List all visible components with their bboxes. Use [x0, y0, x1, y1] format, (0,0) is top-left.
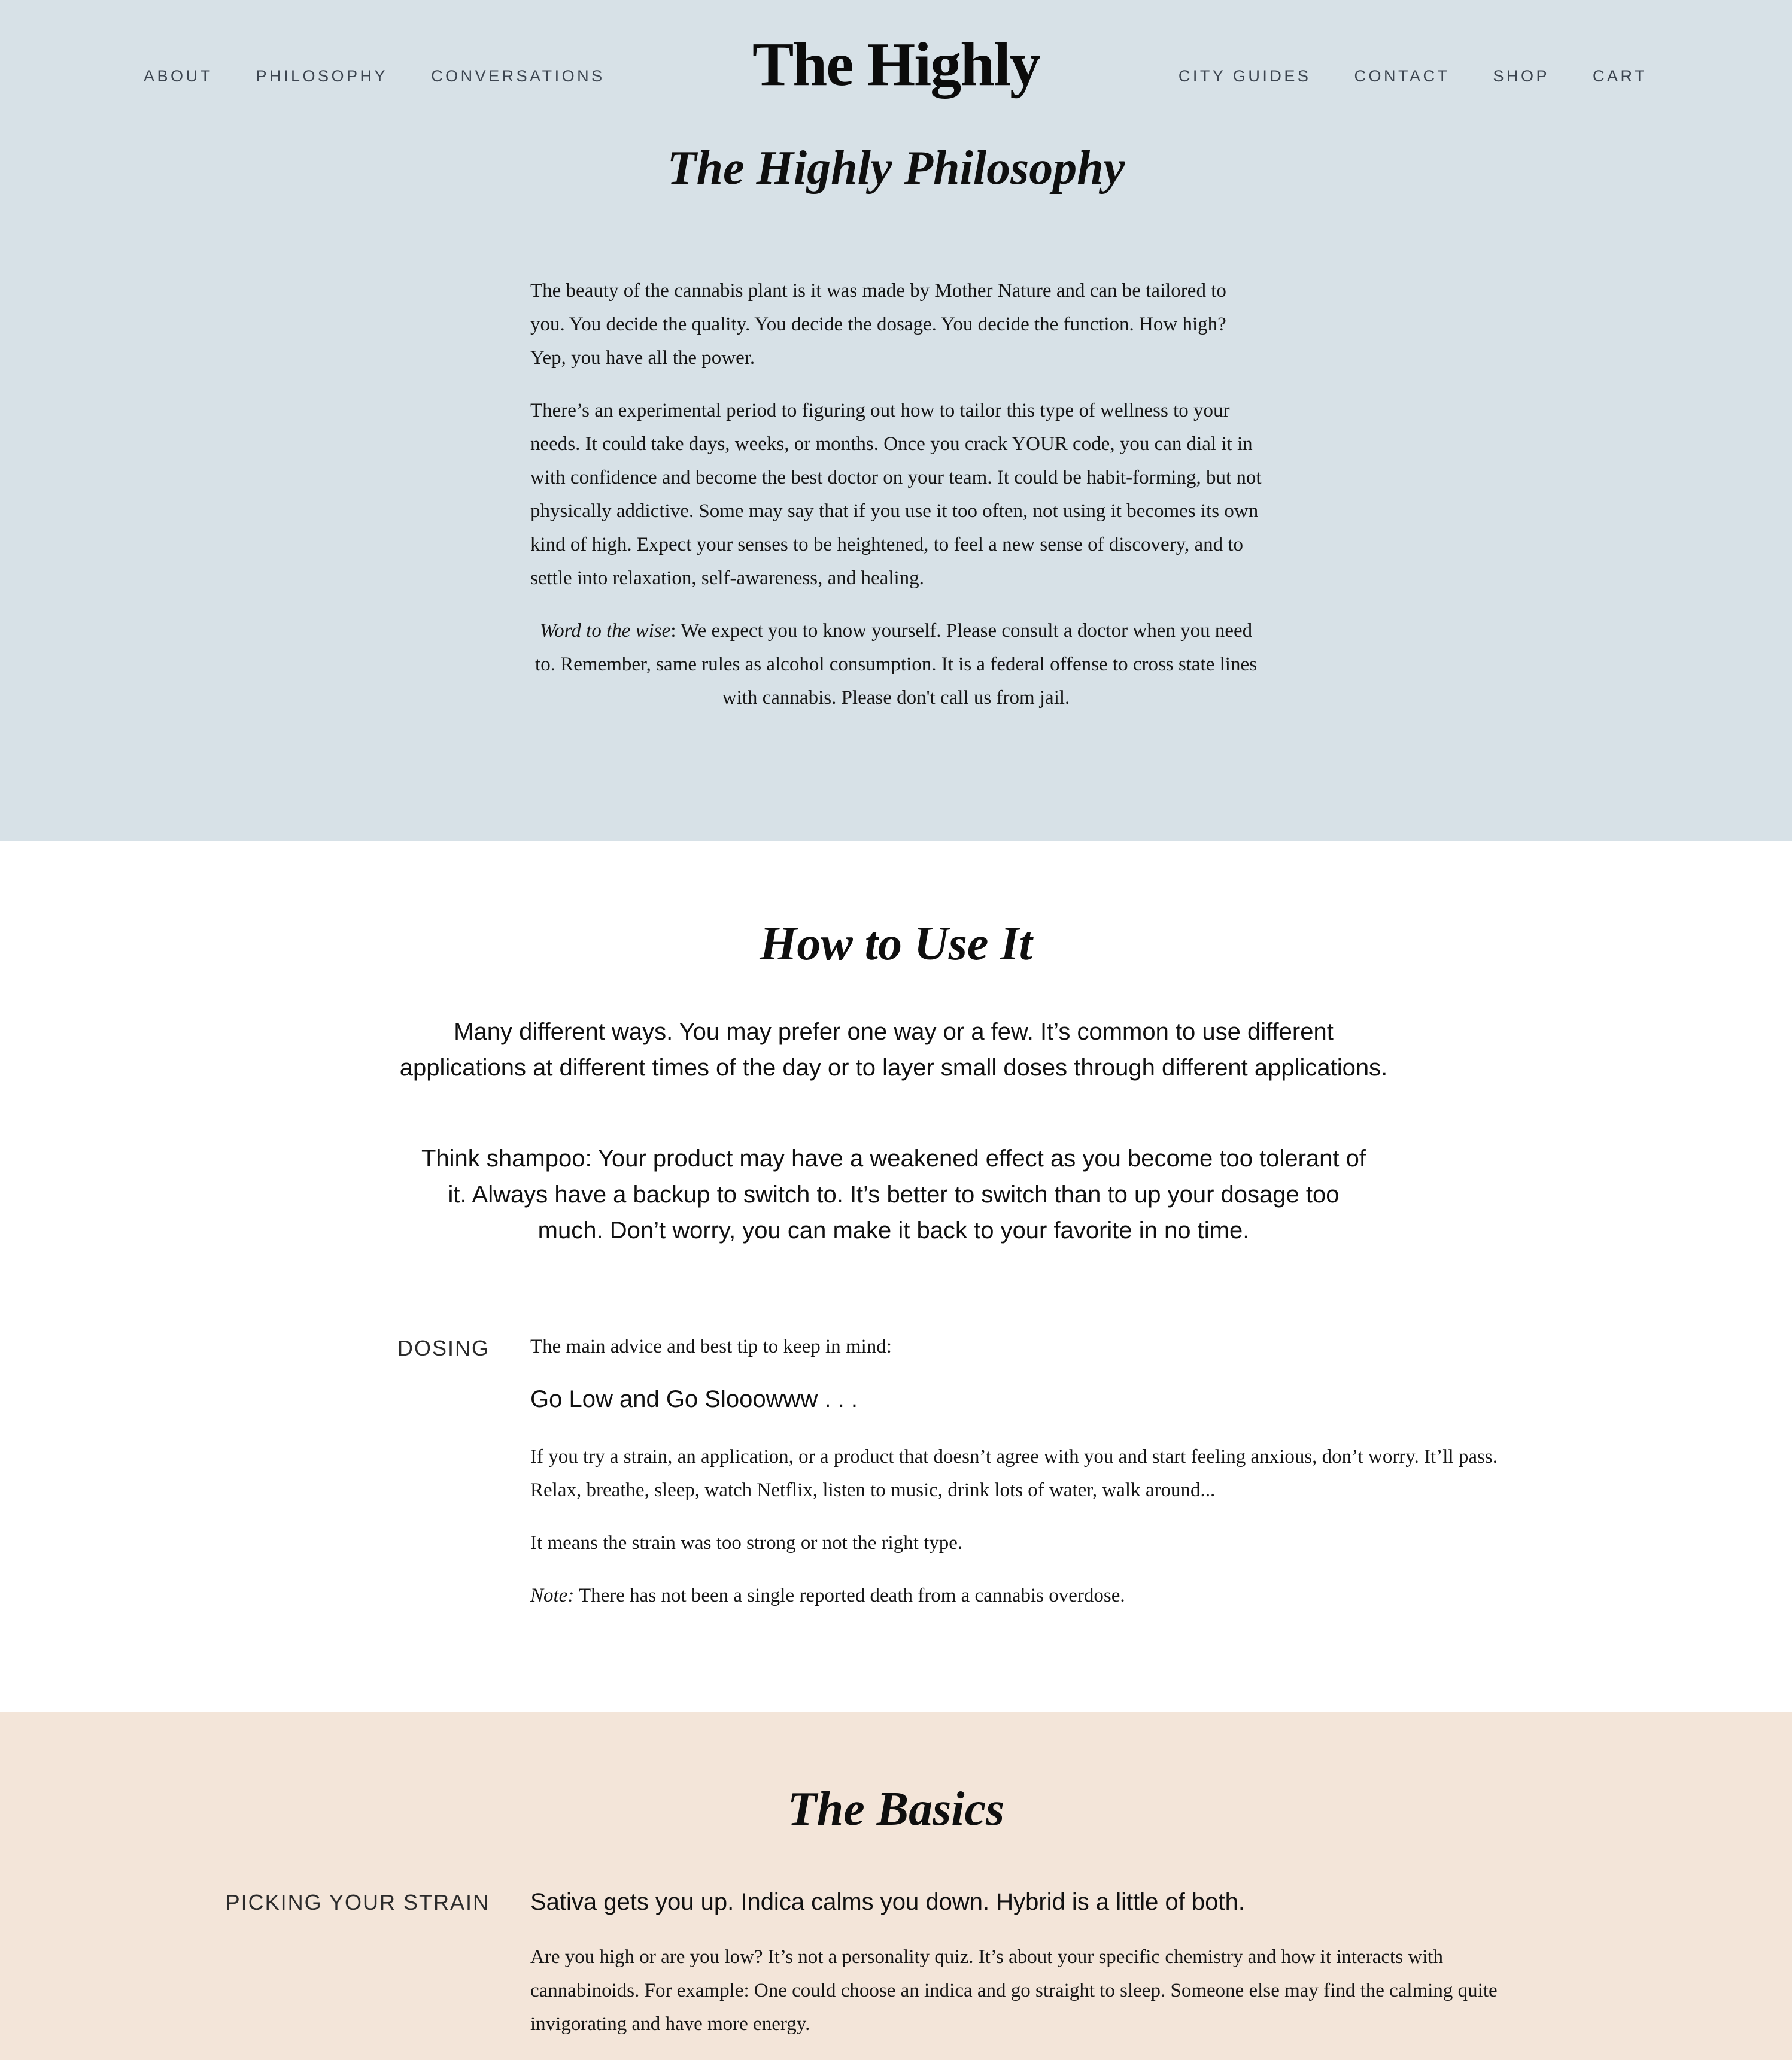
picking-strain-label: PICKING YOUR STRAIN [225, 1890, 490, 1915]
word-to-the-wise-label: Word to the wise [539, 620, 671, 642]
nav-contact[interactable]: CONTACT [1354, 67, 1450, 86]
philosophy-body: The beauty of the cannabis plant is it w… [530, 274, 1262, 734]
site-logo[interactable]: The Highly [0, 29, 1792, 100]
basics-section: The Basics PICKING YOUR STRAIN Sativa ge… [0, 1712, 1792, 2060]
picking-strain-headline: Sativa gets you up. Indica calms you dow… [530, 1889, 1245, 1915]
dosing-body: The main advice and best tip to keep in … [530, 1330, 1512, 1631]
dosing-label: DOSING [397, 1336, 490, 1360]
philosophy-paragraph-1: The beauty of the cannabis plant is it w… [530, 280, 1226, 369]
dosing-headline: Go Low and Go Slooowww . . . [530, 1386, 858, 1412]
dosing-note-label: Note: [530, 1585, 575, 1606]
nav-city-guides[interactable]: CITY GUIDES [1179, 67, 1311, 86]
picking-strain-body: Sativa gets you up. Indica calms you dow… [530, 1885, 1512, 2060]
philosophy-section: ABOUT PHILOSOPHY CONVERSATIONS The Highl… [0, 0, 1792, 841]
picking-strain-paragraph-1: Are you high or are you low? It’s not a … [530, 1946, 1498, 2035]
nav-shop[interactable]: SHOP [1493, 67, 1550, 86]
primary-nav-right: CITY GUIDES CONTACT SHOP CART [1179, 67, 1647, 86]
dosing-paragraph-1: If you try a strain, an application, or … [530, 1446, 1498, 1501]
how-to-use-title: How to Use It [760, 917, 1032, 970]
dosing-note: Note: There has not been a single report… [530, 1579, 1512, 1612]
how-to-use-lead-1: Many different ways. You may prefer one … [399, 1019, 1388, 1081]
how-to-use-section: How to Use It Many different ways. You m… [0, 841, 1792, 1712]
dosing-intro: The main advice and best tip to keep in … [530, 1336, 892, 1357]
philosophy-title: The Highly Philosophy [667, 142, 1125, 195]
nav-cart[interactable]: CART [1593, 67, 1647, 86]
philosophy-paragraph-3: Word to the wise: We expect you to know … [530, 614, 1262, 715]
dosing-note-text: There has not been a single reported dea… [574, 1585, 1125, 1606]
basics-title: The Basics [787, 1783, 1005, 1836]
how-to-use-lead-2: Think shampoo: Your product may have a w… [421, 1146, 1366, 1244]
philosophy-paragraph-2: There’s an experimental period to figuri… [530, 400, 1262, 589]
dosing-paragraph-2: It means the strain was too strong or no… [530, 1532, 963, 1554]
